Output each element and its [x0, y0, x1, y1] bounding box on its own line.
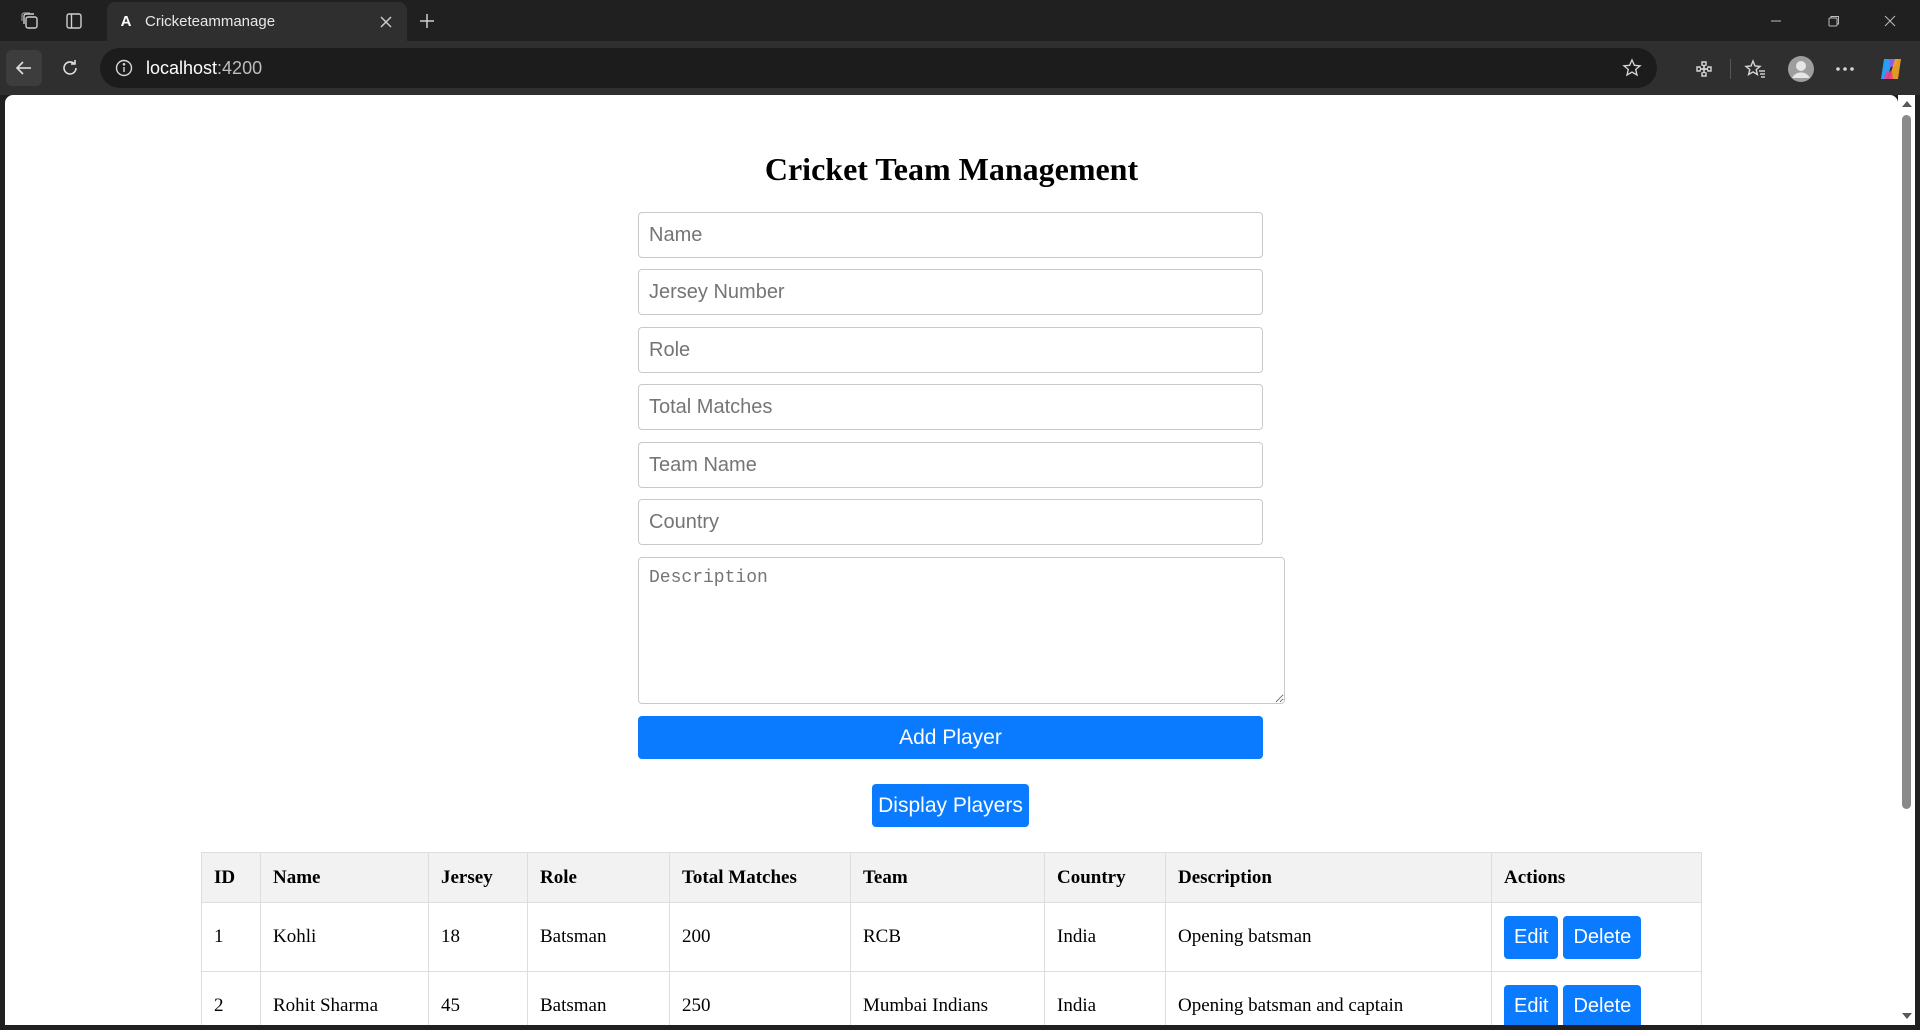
cell-description: Opening batsman and captain — [1165, 971, 1492, 1025]
cell-id: 2 — [201, 971, 261, 1025]
address-bar[interactable]: localhost:4200 — [100, 48, 1657, 88]
edit-button[interactable]: Edit — [1504, 915, 1559, 959]
url-text: localhost:4200 — [146, 58, 262, 79]
header-role: Role — [527, 852, 670, 903]
scroll-up-arrow-icon[interactable] — [1902, 101, 1912, 107]
table-header-row: ID Name Jersey Role Total Matches Team C… — [201, 852, 1702, 903]
edit-button[interactable]: Edit — [1504, 984, 1559, 1025]
header-description: Description — [1165, 852, 1492, 903]
url-host: localhost — [146, 57, 218, 78]
cell-country: India — [1044, 971, 1166, 1025]
cell-description: Opening batsman — [1165, 902, 1492, 972]
cell-jersey: 45 — [428, 971, 528, 1025]
players-table: ID Name Jersey Role Total Matches Team C… — [201, 852, 1702, 1025]
description-textarea[interactable] — [638, 557, 1285, 704]
extensions-icon[interactable] — [1689, 54, 1719, 84]
cell-matches: 200 — [669, 902, 851, 972]
cell-country: India — [1044, 902, 1166, 972]
header-total-matches: Total Matches — [669, 852, 851, 903]
new-tab-icon[interactable] — [412, 8, 442, 34]
restore-icon[interactable] — [1806, 4, 1862, 38]
browser-toolbar: localhost:4200 — [0, 41, 1920, 95]
cell-actions: Edit Delete — [1491, 902, 1702, 972]
minimize-icon[interactable] — [1748, 4, 1804, 38]
country-input[interactable] — [638, 499, 1263, 545]
header-id: ID — [201, 852, 261, 903]
tab-title: Cricketeammanage — [145, 13, 276, 30]
cell-jersey: 18 — [428, 902, 528, 972]
page-scrollbar[interactable] — [1898, 95, 1915, 1025]
site-info-icon[interactable] — [114, 58, 134, 78]
page-viewport: Cricket Team Management Add Player Displ… — [5, 95, 1898, 1025]
scroll-down-arrow-icon[interactable] — [1902, 1013, 1912, 1019]
header-actions: Actions — [1491, 852, 1702, 903]
display-players-button[interactable]: Display Players — [872, 784, 1029, 827]
more-options-icon[interactable] — [1830, 54, 1860, 84]
close-tab-icon[interactable] — [375, 11, 397, 33]
name-input[interactable] — [638, 212, 1263, 258]
favorites-icon[interactable] — [1740, 54, 1770, 84]
jersey-number-input[interactable] — [638, 269, 1263, 315]
profile-avatar-icon[interactable] — [1786, 54, 1816, 84]
angular-favicon-icon: A — [120, 13, 132, 30]
back-icon[interactable] — [6, 50, 42, 86]
header-country: Country — [1044, 852, 1166, 903]
cell-name: Kohli — [260, 902, 429, 972]
cell-name: Rohit Sharma — [260, 971, 429, 1025]
cell-team: RCB — [850, 902, 1045, 972]
copilot-icon[interactable] — [1876, 54, 1906, 84]
workspaces-icon[interactable] — [16, 8, 44, 34]
cell-role: Batsman — [527, 971, 670, 1025]
table-row: 1 Kohli 18 Batsman 200 RCB India Opening… — [201, 902, 1702, 972]
total-matches-input[interactable] — [638, 384, 1263, 430]
vertical-tabs-icon[interactable] — [60, 8, 88, 34]
delete-button[interactable]: Delete — [1563, 915, 1642, 959]
delete-button[interactable]: Delete — [1563, 984, 1642, 1025]
cell-role: Batsman — [527, 902, 670, 972]
header-jersey: Jersey — [428, 852, 528, 903]
browser-titlebar: A Cricketeammanage — [0, 0, 1920, 41]
header-team: Team — [850, 852, 1045, 903]
refresh-icon[interactable] — [52, 50, 88, 86]
close-window-icon[interactable] — [1862, 4, 1918, 38]
cell-matches: 250 — [669, 971, 851, 1025]
window-frame-bottom — [0, 1025, 1920, 1030]
page-title: Cricket Team Management — [764, 151, 1139, 187]
team-name-input[interactable] — [638, 442, 1263, 488]
header-name: Name — [260, 852, 429, 903]
url-port: :4200 — [217, 57, 263, 78]
cell-id: 1 — [201, 902, 261, 972]
favorite-star-icon[interactable] — [1621, 57, 1643, 79]
browser-tab[interactable]: A Cricketeammanage — [107, 2, 407, 41]
scroll-thumb[interactable] — [1902, 115, 1911, 809]
add-player-button[interactable]: Add Player — [638, 716, 1263, 759]
role-input[interactable] — [638, 327, 1263, 373]
cell-team: Mumbai Indians — [850, 971, 1045, 1025]
toolbar-divider — [1730, 59, 1731, 79]
cell-actions: Edit Delete — [1491, 971, 1702, 1025]
table-row: 2 Rohit Sharma 45 Batsman 250 Mumbai Ind… — [201, 971, 1702, 1025]
